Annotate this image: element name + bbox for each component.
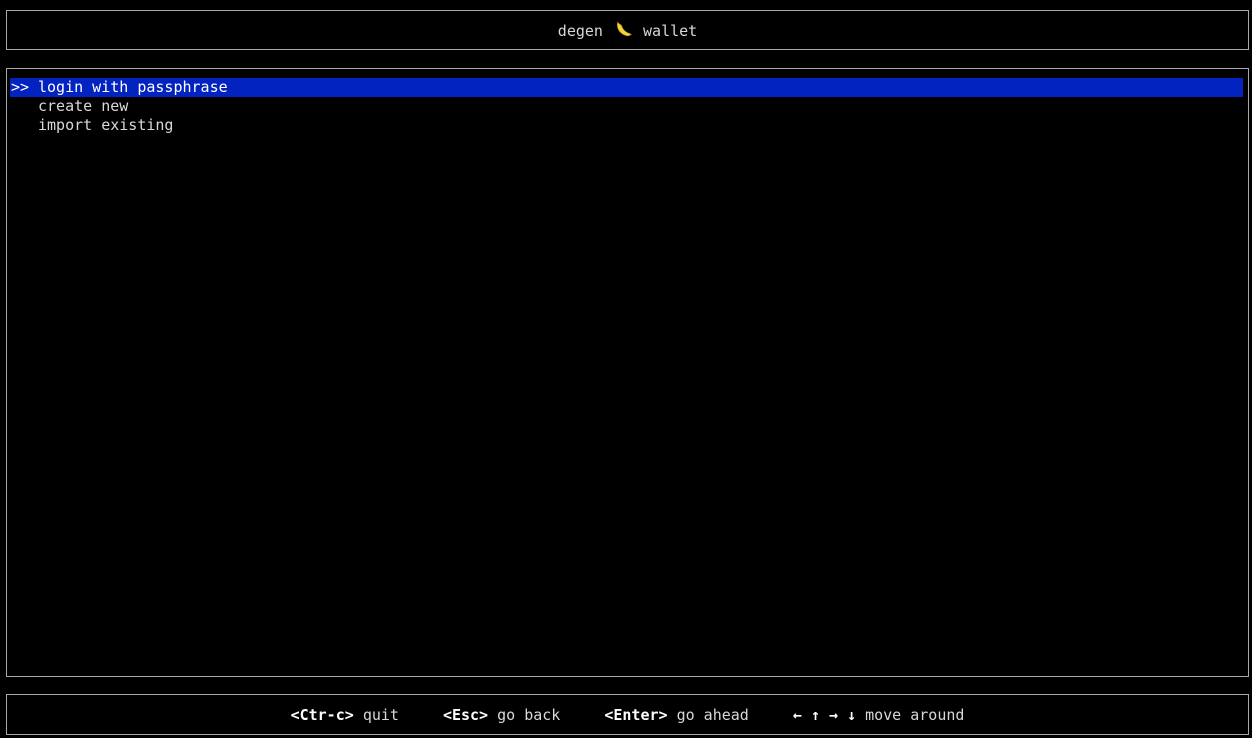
menu-item-login-with-passphrase[interactable]: >> login with passphrase bbox=[10, 78, 1243, 97]
arrow-keys-icon: ← ↑ → ↓ bbox=[792, 705, 857, 724]
key-enter: <Enter> bbox=[604, 705, 668, 724]
menu-item-label: login with passphrase bbox=[38, 78, 228, 96]
app-title-left: degen bbox=[557, 22, 603, 40]
footer-keybindings-bar: <Ctr-c> quit <Esc> go back <Enter> go ah… bbox=[6, 694, 1249, 735]
hint-action: go ahead bbox=[676, 705, 749, 724]
hint-go-ahead: <Enter> go ahead bbox=[604, 706, 749, 724]
hint-go-back: <Esc> go back bbox=[443, 706, 560, 724]
banana-icon bbox=[614, 20, 632, 38]
app-title-right: wallet bbox=[643, 22, 698, 40]
key-ctrl-c: <Ctr-c> bbox=[290, 705, 354, 724]
menu-item-label: create new bbox=[38, 97, 129, 115]
hint-action: go back bbox=[497, 705, 561, 724]
key-esc: <Esc> bbox=[442, 705, 489, 724]
hint-move-around: ← ↑ → ↓ move around bbox=[793, 706, 965, 724]
menu-item-label: import existing bbox=[38, 116, 174, 134]
hint-action: move around bbox=[865, 705, 965, 724]
title-bar: degen wallet bbox=[6, 10, 1249, 50]
menu-panel: >> login with passphrase create new impor… bbox=[6, 68, 1249, 677]
hint-action: quit bbox=[362, 705, 399, 724]
menu-list: >> login with passphrase create new impor… bbox=[10, 78, 1243, 135]
hint-quit: <Ctr-c> quit bbox=[291, 706, 399, 724]
selection-pointer: >> bbox=[11, 78, 30, 96]
menu-item-import-existing[interactable]: import existing bbox=[10, 116, 1243, 135]
app-title: degen wallet bbox=[558, 20, 697, 40]
menu-item-create-new[interactable]: create new bbox=[10, 97, 1243, 116]
